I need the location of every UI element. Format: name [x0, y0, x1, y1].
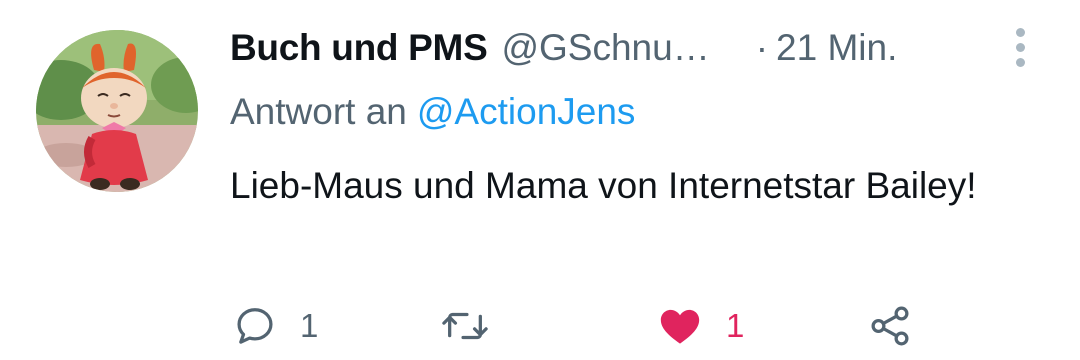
heart-filled-icon — [660, 309, 700, 344]
more-vertical-icon[interactable] — [1005, 28, 1035, 68]
author-handle[interactable]: @GSchnu… — [501, 26, 709, 70]
reply-icon — [237, 308, 273, 344]
reply-prefix: Antwort an — [230, 91, 407, 132]
more-dot — [1016, 43, 1025, 52]
more-dot — [1016, 58, 1025, 67]
tweet-header: Buch und PMS @GSchnu… · 21 Min. — [230, 26, 897, 70]
reply-context: Antwort an @ActionJens — [230, 90, 635, 134]
reply-mention-link[interactable]: @ActionJens — [417, 91, 636, 132]
tweet[interactable]: Buch und PMS @GSchnu… · 21 Min. Antwort … — [0, 0, 1080, 360]
share-button[interactable] — [866, 301, 914, 351]
retweet-button[interactable] — [440, 301, 512, 351]
avatar[interactable] — [36, 30, 198, 192]
separator-dot: · — [755, 27, 769, 68]
reply-count: 1 — [300, 307, 319, 344]
timestamp[interactable]: 21 Min. — [776, 26, 897, 70]
author-name[interactable]: Buch und PMS — [230, 26, 488, 70]
reply-button[interactable]: 1 — [232, 301, 318, 351]
share-icon — [871, 306, 909, 346]
like-count: 1 — [726, 307, 745, 344]
tweet-text: Lieb-Maus und Mama von Internetstar Bail… — [230, 165, 977, 206]
retweet-icon — [442, 312, 488, 340]
like-button[interactable]: 1 — [656, 301, 744, 351]
more-dot — [1016, 28, 1025, 37]
cartoon-girl-avatar-image — [36, 30, 198, 192]
